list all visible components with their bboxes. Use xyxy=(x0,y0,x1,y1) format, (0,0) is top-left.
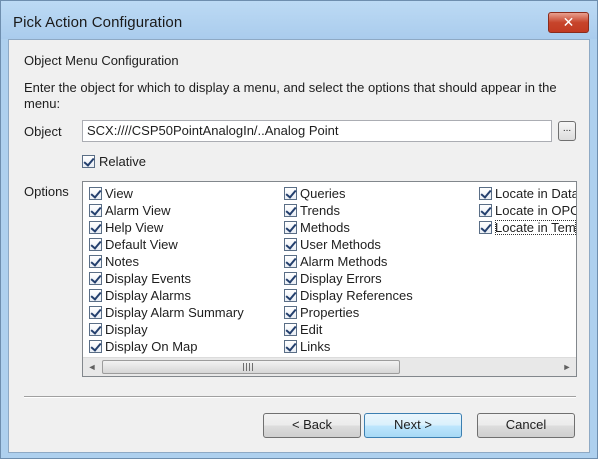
option-label: Locate in Data xyxy=(495,186,577,201)
grip-icon xyxy=(243,363,255,371)
option-label: Display Events xyxy=(105,271,191,286)
option-checkbox[interactable] xyxy=(89,187,102,200)
option-checkbox[interactable] xyxy=(89,272,102,285)
separator xyxy=(24,396,576,398)
relative-checkbox[interactable] xyxy=(82,155,95,168)
option-item[interactable]: Display Events xyxy=(89,270,244,287)
option-checkbox[interactable] xyxy=(89,221,102,234)
option-checkbox[interactable] xyxy=(284,323,297,336)
option-item[interactable]: Trends xyxy=(284,202,413,219)
option-item[interactable]: Display xyxy=(89,321,244,338)
option-label: Display xyxy=(105,322,148,337)
dialog-window: Pick Action Configuration ✕ Object Menu … xyxy=(0,0,598,459)
option-checkbox[interactable] xyxy=(89,204,102,217)
option-item[interactable]: Display On Map xyxy=(89,338,244,355)
option-label: Methods xyxy=(300,220,350,235)
option-label: Display Alarm Summary xyxy=(105,305,244,320)
option-item[interactable]: View xyxy=(89,185,244,202)
option-label: Alarm View xyxy=(105,203,171,218)
option-checkbox[interactable] xyxy=(479,187,492,200)
option-item[interactable]: Queries xyxy=(284,185,413,202)
option-checkbox[interactable] xyxy=(284,187,297,200)
option-item[interactable]: Locate in Data xyxy=(479,185,577,202)
option-checkbox[interactable] xyxy=(284,238,297,251)
option-label: Help View xyxy=(105,220,164,235)
option-item[interactable]: User Methods xyxy=(284,236,413,253)
options-column-1: View Alarm View Help View Default View Notes… xyxy=(89,185,244,355)
title-bar[interactable]: Pick Action Configuration ✕ xyxy=(1,1,597,39)
option-label: Display Alarms xyxy=(105,288,191,303)
option-checkbox[interactable] xyxy=(479,204,492,217)
section-title: Object Menu Configuration xyxy=(24,53,179,68)
option-checkbox[interactable] xyxy=(89,323,102,336)
close-icon: ✕ xyxy=(562,14,575,30)
option-checkbox[interactable] xyxy=(89,238,102,251)
option-label: Alarm Methods xyxy=(300,254,388,269)
options-column-2: Queries Trends Methods User Methods Alarm Me… xyxy=(284,185,413,355)
option-checkbox[interactable] xyxy=(479,221,492,234)
scroll-thumb[interactable] xyxy=(102,360,400,374)
option-item[interactable]: Alarm View xyxy=(89,202,244,219)
option-item[interactable]: Locate in Tem xyxy=(479,219,576,236)
option-label: Trends xyxy=(300,203,340,218)
option-label: Locate in Tem xyxy=(495,220,576,235)
options-list[interactable]: View Alarm View Help View Default View Notes… xyxy=(82,181,577,377)
option-label: Notes xyxy=(105,254,139,269)
option-item[interactable]: Display References xyxy=(284,287,413,304)
option-item[interactable]: Properties xyxy=(284,304,413,321)
close-button[interactable]: ✕ xyxy=(548,12,589,33)
dialog-client-area: Object Menu Configuration Enter the obje… xyxy=(8,39,590,453)
option-label: Default View xyxy=(105,237,178,252)
option-label: Links xyxy=(300,339,331,354)
option-checkbox[interactable] xyxy=(89,289,102,302)
option-checkbox[interactable] xyxy=(284,221,297,234)
relative-checkbox-row[interactable]: Relative xyxy=(82,154,146,169)
options-column-3: Locate in Data Locate in OPC Locate in Tem xyxy=(479,185,577,236)
horizontal-scrollbar[interactable]: ◄ ► xyxy=(83,357,576,376)
option-label: Display References xyxy=(300,288,413,303)
option-label: Display On Map xyxy=(105,339,198,354)
option-checkbox[interactable] xyxy=(284,289,297,302)
option-checkbox[interactable] xyxy=(89,255,102,268)
option-label: Queries xyxy=(300,186,346,201)
options-label: Options xyxy=(24,184,69,199)
option-item[interactable]: Display Alarm Summary xyxy=(89,304,244,321)
option-item[interactable]: Alarm Methods xyxy=(284,253,413,270)
option-checkbox[interactable] xyxy=(284,306,297,319)
window-title: Pick Action Configuration xyxy=(13,14,183,31)
option-checkbox[interactable] xyxy=(284,255,297,268)
option-label: Display Errors xyxy=(300,271,382,286)
option-checkbox[interactable] xyxy=(89,340,102,353)
scroll-left-arrow[interactable]: ◄ xyxy=(83,358,101,376)
option-item[interactable]: Display Alarms xyxy=(89,287,244,304)
option-item[interactable]: Display Errors xyxy=(284,270,413,287)
option-checkbox[interactable] xyxy=(89,306,102,319)
cancel-button[interactable]: Cancel xyxy=(477,413,575,438)
option-item[interactable]: Edit xyxy=(284,321,413,338)
option-label: User Methods xyxy=(300,237,381,252)
browse-button[interactable]: ... xyxy=(558,121,576,141)
option-checkbox[interactable] xyxy=(284,204,297,217)
next-button[interactable]: Next > xyxy=(364,413,462,438)
instructions-text: Enter the object for which to display a … xyxy=(24,80,557,111)
option-item[interactable]: Help View xyxy=(89,219,244,236)
option-checkbox[interactable] xyxy=(284,272,297,285)
relative-label: Relative xyxy=(99,154,146,169)
option-item[interactable]: Links xyxy=(284,338,413,355)
option-label: Edit xyxy=(300,322,323,337)
option-item[interactable]: Locate in OPC xyxy=(479,202,577,219)
option-label: Locate in OPC xyxy=(495,203,577,218)
scroll-right-arrow[interactable]: ► xyxy=(558,358,576,376)
option-item[interactable]: Default View xyxy=(89,236,244,253)
option-label: Properties xyxy=(300,305,360,320)
option-label: View xyxy=(105,186,133,201)
back-button[interactable]: < Back xyxy=(263,413,361,438)
option-item[interactable]: Methods xyxy=(284,219,413,236)
object-label: Object xyxy=(24,124,62,139)
object-input[interactable]: SCX:////CSP50PointAnalogIn/..Analog Poin… xyxy=(82,120,552,142)
option-checkbox[interactable] xyxy=(284,340,297,353)
option-item[interactable]: Notes xyxy=(89,253,244,270)
